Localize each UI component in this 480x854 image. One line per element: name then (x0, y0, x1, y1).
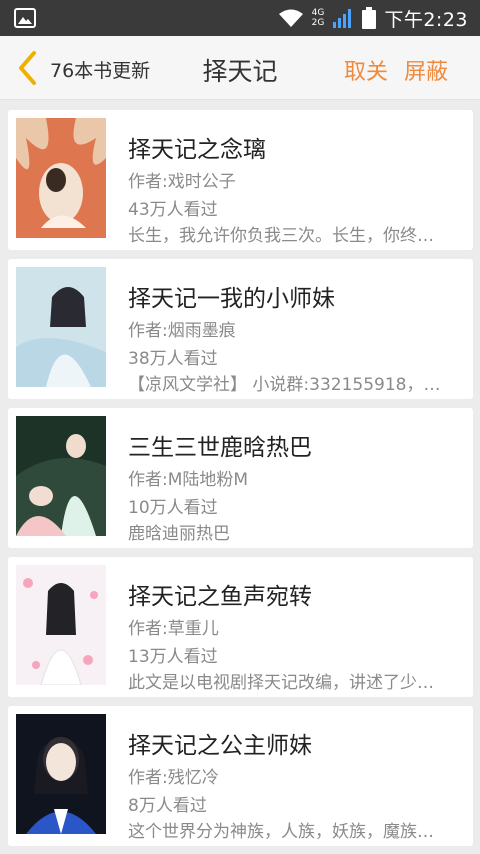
network-type-top: 4G (311, 8, 325, 18)
book-cover-image (16, 714, 106, 834)
book-title: 择天记之鱼声宛转 (128, 584, 312, 610)
unfollow-button[interactable]: 取关 (344, 54, 388, 86)
book-cover[interactable] (16, 565, 106, 685)
book-cover[interactable] (16, 416, 106, 536)
book-card[interactable]: 三生三世鹿晗热巴 作者:M陆地粉M 10万人看过 鹿晗迪丽热巴 (8, 408, 473, 548)
book-cover-image (16, 118, 106, 238)
image-icon (14, 8, 36, 28)
book-author: 作者:草重儿 (128, 619, 219, 639)
battery-icon (362, 7, 377, 29)
book-description: 长生，我允许你负我三次。长生，你终于负了我三次。 (128, 226, 450, 246)
book-description: 这个世界分为神族，人族，妖族，魔族，鬼族 (128, 822, 450, 842)
book-cover-image (16, 416, 106, 536)
page-title: 择天记 (202, 57, 278, 86)
book-card[interactable]: 择天记一我的小师妹 作者:烟雨墨痕 38万人看过 【凉风文学社】 小说群:332… (8, 259, 473, 399)
book-cover-image (16, 565, 106, 685)
book-read-count: 8万人看过 (128, 796, 207, 816)
signal-icon (333, 9, 352, 28)
book-description: 此文是以电视剧择天记改编，讲述了少年的故事 (128, 673, 450, 693)
book-card[interactable]: 择天记之念璃 作者:戏时公子 43万人看过 长生，我允许你负我三次。长生，你终于… (8, 110, 473, 250)
book-title: 三生三世鹿晗热巴 (128, 435, 312, 461)
book-read-count: 10万人看过 (128, 498, 218, 518)
wifi-icon (278, 9, 303, 27)
book-title: 择天记之公主师妹 (128, 733, 312, 759)
book-cover-image (16, 267, 106, 387)
book-author: 作者:戏时公子 (128, 172, 236, 192)
top-nav-bar: 76本书更新 择天记 取关 屏蔽 (0, 36, 480, 100)
status-bar: 4G 2G 下午2:23 (0, 0, 480, 36)
back-button[interactable] (12, 50, 44, 86)
clock: 下午2:23 (384, 8, 468, 31)
book-author: 作者:烟雨墨痕 (128, 321, 236, 341)
book-card[interactable]: 择天记之鱼声宛转 作者:草重儿 13万人看过 此文是以电视剧择天记改编，讲述了少… (8, 557, 473, 697)
book-cover[interactable] (16, 714, 106, 834)
book-read-count: 38万人看过 (128, 349, 218, 369)
book-cover[interactable] (16, 118, 106, 238)
book-card[interactable]: 择天记之公主师妹 作者:残忆冷 8万人看过 这个世界分为神族，人族，妖族，魔族，… (8, 706, 473, 846)
book-read-count: 13万人看过 (128, 647, 218, 667)
chevron-left-icon (19, 51, 36, 85)
network-type: 4G 2G (312, 8, 325, 28)
book-cover[interactable] (16, 267, 106, 387)
book-description: 鹿晗迪丽热巴 (128, 524, 230, 544)
book-description: 【凉风文学社】 小说群:332155918，欢迎加入 (128, 375, 450, 395)
update-count-label[interactable]: 76本书更新 (50, 56, 150, 83)
book-author: 作者:残忆冷 (128, 768, 219, 788)
book-author: 作者:M陆地粉M (128, 470, 249, 490)
network-type-bottom: 2G (311, 18, 325, 28)
book-title: 择天记一我的小师妹 (128, 286, 335, 312)
book-read-count: 43万人看过 (128, 200, 218, 220)
block-button[interactable]: 屏蔽 (404, 54, 448, 86)
book-title: 择天记之念璃 (128, 137, 266, 163)
